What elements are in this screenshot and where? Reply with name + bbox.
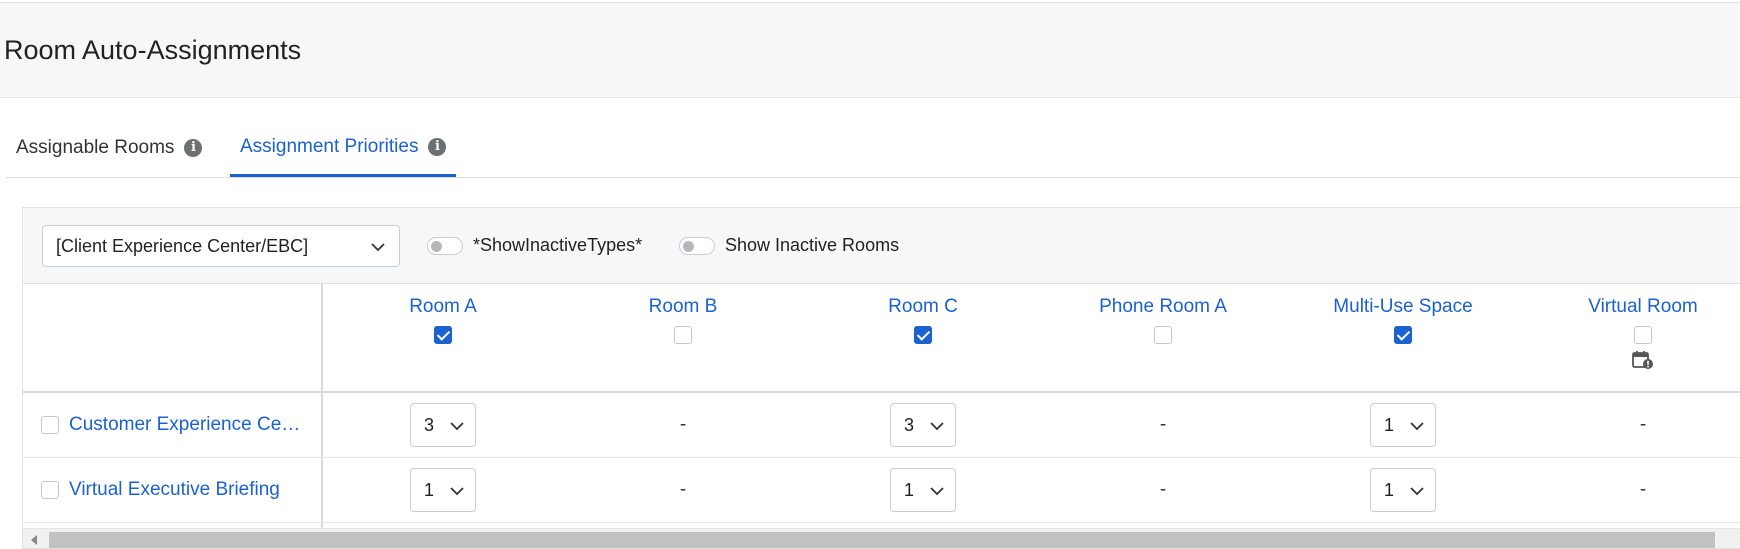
chevron-down-icon [450,422,464,431]
priority-cell: - [1043,393,1283,457]
priority-value: 1 [904,479,915,500]
room-column-header: Room C [803,284,1043,391]
room-name-link[interactable]: Room C [888,296,958,318]
chevron-down-icon [930,487,944,496]
priority-select[interactable]: 3 [890,403,956,447]
priority-cell: - [1043,458,1283,522]
priority-cell: 1 [803,458,1043,522]
show-inactive-types-toggle[interactable] [427,236,463,255]
chevron-down-icon [1410,422,1424,431]
room-name-link[interactable]: Room B [649,296,718,318]
room-column-header: Room B [563,284,803,391]
room-column-header: Phone Room A [1043,284,1283,391]
toggle-knob [683,240,694,252]
scroll-left-arrow-icon[interactable] [31,535,37,545]
empty-dash: - [1159,414,1167,435]
room-name-link[interactable]: Room A [409,296,477,318]
room-name-link[interactable]: Phone Room A [1099,296,1227,318]
room-name-link[interactable]: Virtual Room [1588,296,1697,318]
type-select[interactable]: [Client Experience Center/EBC] [42,225,400,267]
assignment-type-link[interactable]: Customer Experience Ce… [69,414,300,436]
show-inactive-types-label: *ShowInactiveTypes* [473,235,643,255]
toolbar: [Client Experience Center/EBC] *ShowInac… [23,208,1740,283]
info-icon[interactable]: i [184,139,203,157]
tab-assignable-rooms-label: Assignable Rooms [16,137,175,158]
priority-cell: 3 [803,393,1043,457]
tab-bar: Assignable Rooms i Assignment Priorities… [6,120,1740,178]
priority-cell: 1 [1283,393,1523,457]
row-label: Customer Experience Ce… [41,393,300,457]
chevron-down-icon [930,422,944,431]
room-name-link[interactable]: Multi-Use Space [1333,296,1472,318]
priority-value: 1 [424,479,435,500]
priority-select[interactable]: 1 [890,468,956,512]
priority-cell: 3 [323,393,563,457]
page-header: Room Auto-Assignments [0,2,1740,98]
room-checkbox[interactable] [674,326,692,344]
type-select-value: [Client Experience Center/EBC] [56,235,309,256]
table-row: Customer Experience Ce… 3 - 3 - 1 - [23,393,1740,458]
room-header-row: Room A Room B Room C Phone Room A Multi-… [23,284,1740,393]
room-column-header: Room A [323,284,563,391]
chevron-down-icon [1410,487,1424,496]
row-checkbox[interactable] [41,481,59,499]
horizontal-scrollbar[interactable] [23,528,1740,548]
show-inactive-rooms-label: Show Inactive Rooms [725,235,900,255]
priority-grid: Room A Room B Room C Phone Room A Multi-… [23,283,1740,529]
tab-assignment-priorities[interactable]: Assignment Priorities i [230,120,457,177]
empty-dash: - [1639,479,1647,500]
room-checkbox[interactable] [1394,326,1412,344]
toggle-knob [431,240,442,252]
room-column-header: Virtual Room [1523,284,1740,391]
room-checkbox[interactable] [1634,326,1652,344]
empty-dash: - [1159,479,1167,500]
empty-dash: - [1639,414,1647,435]
priority-value: 1 [1384,414,1395,435]
page-title: Room Auto-Assignments [4,35,302,65]
priority-cell: 1 [323,458,563,522]
empty-dash: - [679,414,687,435]
assignment-type-link[interactable]: Virtual Executive Briefing [69,479,280,501]
tab-assignment-priorities-label: Assignment Priorities [240,136,419,157]
table-row: Virtual Executive Briefing 1 - 1 - 1 - [23,458,1740,523]
tab-assignable-rooms[interactable]: Assignable Rooms i [16,120,203,176]
room-checkbox[interactable] [1154,326,1172,344]
priority-select[interactable]: 3 [410,403,476,447]
show-inactive-rooms-toggle[interactable] [679,236,715,255]
priority-value: 3 [904,414,915,435]
priority-cell: - [1523,393,1740,457]
info-icon[interactable]: i [428,138,447,156]
priority-select[interactable]: 1 [1370,403,1436,447]
priority-cell: 1 [1283,458,1523,522]
priority-cell: - [1523,458,1740,522]
priority-value: 3 [424,414,435,435]
priorities-panel: [Client Experience Center/EBC] *ShowInac… [22,207,1740,549]
priority-cell: - [563,458,803,522]
calendar-alert-icon [1632,351,1653,369]
priority-cell: - [563,393,803,457]
room-checkbox[interactable] [434,326,452,344]
scrollbar-thumb[interactable] [49,532,1715,548]
priority-select[interactable]: 1 [410,468,476,512]
room-column-header: Multi-Use Space [1283,284,1523,391]
row-label: Virtual Executive Briefing [41,458,280,522]
priority-select[interactable]: 1 [1370,468,1436,512]
priority-value: 1 [1384,479,1395,500]
chevron-down-icon [371,243,385,252]
room-checkbox[interactable] [914,326,932,344]
empty-dash: - [679,479,687,500]
chevron-down-icon [450,487,464,496]
show-inactive-types-toggle-group: *ShowInactiveTypes* [427,235,642,256]
show-inactive-rooms-toggle-group: Show Inactive Rooms [679,235,899,256]
row-checkbox[interactable] [41,416,59,434]
